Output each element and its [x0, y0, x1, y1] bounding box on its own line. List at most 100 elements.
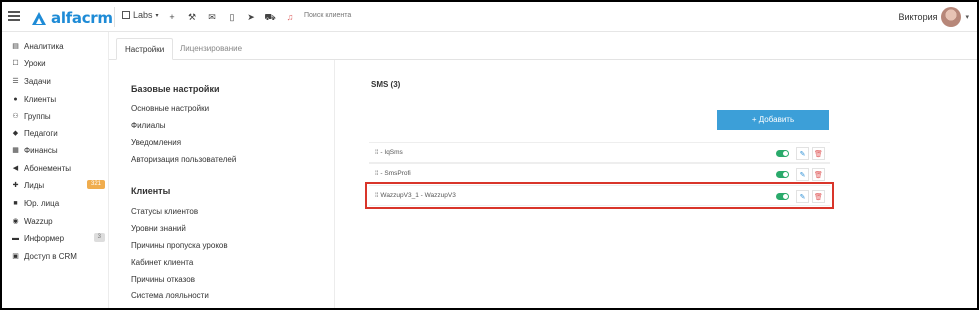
- chevron-down-icon: ▾: [965, 14, 969, 21]
- sidebar-item-label: Группы: [24, 111, 51, 121]
- analytics-icon: ▤: [12, 43, 19, 50]
- trash-icon[interactable]: 🗑: [812, 168, 825, 181]
- sidebar-item-lessons[interactable]: ☐ Уроки: [11, 56, 109, 70]
- sidebar-item-label: Финансы: [24, 145, 58, 155]
- sms-row: ⁞⁞ - IqSms ✎ 🗑: [369, 142, 830, 163]
- sms-row-label: ⁞⁞ - SmsProfi: [375, 170, 411, 177]
- link-client-statuses[interactable]: Статусы клиентов: [131, 207, 198, 216]
- sidebar-item-groups[interactable]: ⚇ Группы: [11, 109, 109, 123]
- drag-handle-icon[interactable]: ⁞⁞ -: [375, 170, 384, 177]
- logo-mark-icon: [32, 11, 46, 25]
- sidebar-item-label: Клиенты: [24, 94, 57, 104]
- phone-icon[interactable]: ▯: [226, 11, 238, 23]
- sms-row-label: ⁞⁞ - IqSms: [375, 149, 403, 156]
- highlight-box: [365, 182, 834, 209]
- add-button[interactable]: + Добавить: [717, 110, 829, 130]
- sms-row: ⁞⁞ - SmsProfi ✎ 🗑: [369, 163, 830, 184]
- sidebar-item-tasks[interactable]: ☰ Задачи: [11, 74, 109, 88]
- labs-label: Labs: [133, 10, 153, 20]
- whatsapp-icon: ◉: [12, 218, 19, 225]
- informer-count-badge: 3: [93, 233, 105, 242]
- basic-settings-title: Базовые настройки: [131, 84, 220, 94]
- link-notifications[interactable]: Уведомления: [131, 138, 181, 147]
- link-absence-reasons[interactable]: Причины пропуска уроков: [131, 241, 228, 250]
- labs-icon: [122, 11, 130, 19]
- sidebar: ▤ Аналитика ☐ Уроки ☰ Задачи ● Клиенты ⚇…: [2, 32, 109, 308]
- settings-menu: Базовые настройки Основные настройки Фил…: [109, 60, 335, 308]
- mail-icon[interactable]: ✉: [206, 11, 218, 23]
- cart-icon[interactable]: ⛟: [264, 11, 276, 23]
- wrench-icon[interactable]: ⚒: [186, 11, 198, 23]
- tasks-icon: ☰: [12, 78, 19, 85]
- sms-title: SMS (3): [371, 80, 401, 89]
- lock-icon: ▣: [12, 253, 19, 260]
- sidebar-item-label: Абонементы: [24, 163, 72, 173]
- search-input[interactable]: [304, 12, 424, 19]
- enabled-toggle[interactable]: [776, 171, 789, 178]
- tag-icon: ◀: [12, 165, 19, 172]
- tab-settings[interactable]: Настройки: [116, 38, 174, 60]
- link-knowledge-levels[interactable]: Уровни знаний: [131, 224, 186, 233]
- burger-icon[interactable]: [8, 11, 20, 21]
- sidebar-item-label: Информер: [24, 233, 65, 243]
- link-main-settings[interactable]: Основные настройки: [131, 104, 209, 113]
- sidebar-item-finance[interactable]: ▦ Финансы: [11, 143, 109, 157]
- informer-icon: ▬: [12, 234, 19, 242]
- pencil-icon[interactable]: ✎: [796, 147, 809, 160]
- sidebar-item-legal-entities[interactable]: ■ Юр. лица: [11, 196, 109, 210]
- sidebar-item-label: Доступ в CRM: [24, 251, 77, 261]
- user-name: Виктория: [898, 12, 938, 22]
- tab-licensing[interactable]: Лицензирование: [172, 38, 250, 60]
- sidebar-item-crm-access[interactable]: ▣ Доступ в CRM: [11, 249, 109, 263]
- sidebar-item-subscriptions[interactable]: ◀ Абонементы: [11, 161, 109, 175]
- clients-settings-title: Клиенты: [131, 186, 171, 196]
- sidebar-item-label: Wazzup: [24, 216, 53, 226]
- sidebar-item-clients[interactable]: ● Клиенты: [11, 92, 109, 106]
- sidebar-item-teachers[interactable]: ◆ Педагоги: [11, 126, 109, 140]
- link-refusal-reasons[interactable]: Причины отказов: [131, 275, 195, 284]
- sidebar-item-label: Юр. лица: [24, 198, 60, 208]
- logo-text: alfacrm: [51, 9, 113, 27]
- finance-icon: ▦: [12, 147, 19, 154]
- row-actions: ✎ 🗑: [776, 147, 825, 160]
- briefcase-icon: ■: [13, 199, 18, 207]
- enabled-toggle[interactable]: [776, 150, 789, 157]
- pencil-icon[interactable]: ✎: [796, 168, 809, 181]
- sidebar-item-analytics[interactable]: ▤ Аналитика: [11, 39, 109, 53]
- sidebar-item-label: Задачи: [24, 76, 51, 86]
- sidebar-item-label: Уроки: [24, 58, 46, 68]
- top-bar: alfacrm Labs ▾ + ⚒ ✉ ▯ ➤ ⛟ ♫ Виктория ▾: [2, 2, 977, 32]
- chevron-down-icon: ▾: [155, 12, 159, 19]
- group-icon: ⚇: [12, 113, 19, 120]
- graduation-icon: ◆: [12, 130, 19, 137]
- leads-count-badge: 321: [86, 180, 105, 189]
- tab-bar: Настройки Лицензирование: [109, 32, 977, 60]
- bell-icon[interactable]: ♫: [284, 11, 296, 23]
- plus-icon[interactable]: +: [166, 11, 178, 23]
- lessons-icon: ☐: [12, 60, 19, 67]
- link-user-authorization[interactable]: Авторизация пользователей: [131, 155, 236, 164]
- divider: [114, 7, 115, 27]
- row-actions: ✎ 🗑: [776, 168, 825, 181]
- lead-icon: ✚: [12, 182, 19, 189]
- user-menu[interactable]: Виктория ▾: [898, 7, 969, 27]
- trash-icon[interactable]: 🗑: [812, 147, 825, 160]
- sidebar-item-label: Лиды: [24, 180, 45, 190]
- link-loyalty-system[interactable]: Система лояльности: [131, 291, 209, 300]
- send-icon[interactable]: ➤: [245, 11, 257, 23]
- sidebar-item-wazzup[interactable]: ◉ Wazzup: [11, 214, 109, 228]
- sms-row-name: IqSms: [384, 149, 403, 156]
- drag-handle-icon[interactable]: ⁞⁞ -: [375, 149, 384, 156]
- sms-row-name: SmsProfi: [384, 170, 411, 177]
- avatar: [941, 7, 962, 27]
- labs-menu[interactable]: Labs ▾: [122, 10, 159, 20]
- app-window: alfacrm Labs ▾ + ⚒ ✉ ▯ ➤ ⛟ ♫ Виктория ▾ …: [2, 2, 977, 308]
- sidebar-item-label: Педагоги: [24, 128, 58, 138]
- user-icon: ●: [13, 95, 18, 103]
- logo[interactable]: alfacrm: [32, 9, 113, 27]
- sidebar-item-informer[interactable]: ▬ Информер 3: [11, 231, 109, 245]
- sidebar-item-leads[interactable]: ✚ Лиды 321: [11, 178, 109, 192]
- sidebar-item-label: Аналитика: [24, 41, 64, 51]
- link-branches[interactable]: Филиалы: [131, 121, 166, 130]
- link-client-cabinet[interactable]: Кабинет клиента: [131, 258, 193, 267]
